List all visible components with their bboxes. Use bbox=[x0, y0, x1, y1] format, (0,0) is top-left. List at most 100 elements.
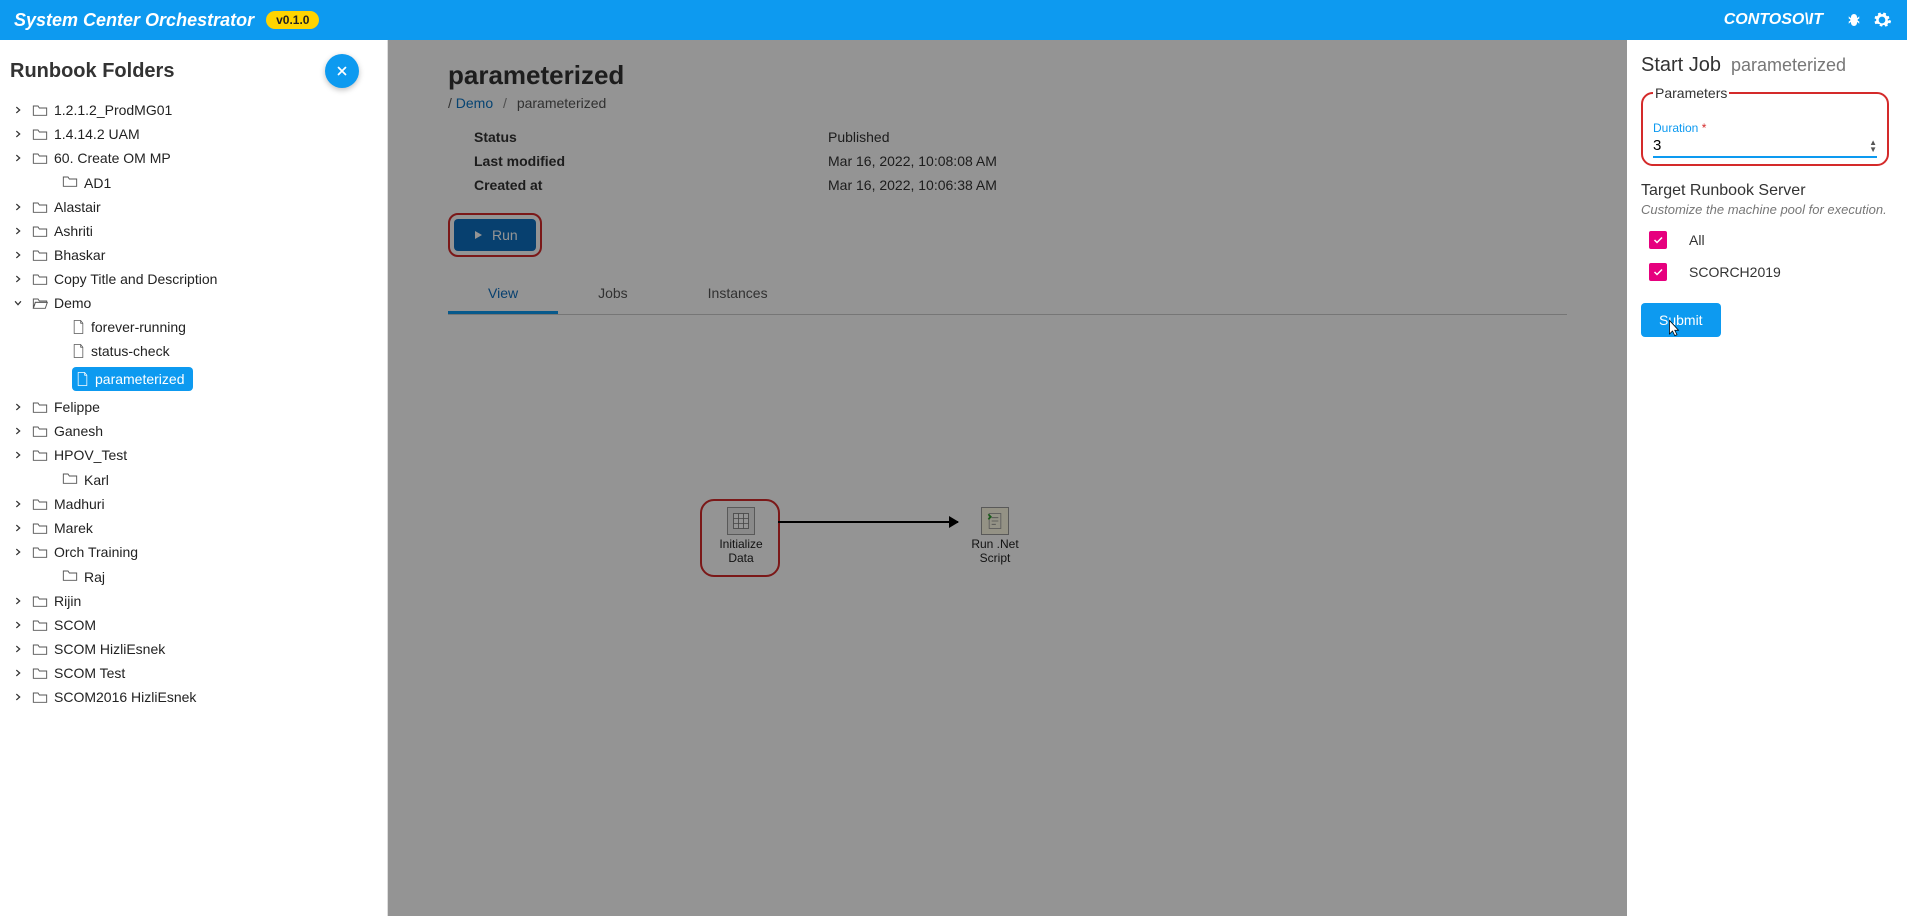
tree-folder[interactable]: Alastair bbox=[0, 195, 381, 219]
app-brand: System Center Orchestrator bbox=[14, 10, 254, 31]
duration-label: Duration * bbox=[1653, 121, 1877, 135]
chevron-icon bbox=[10, 274, 26, 284]
tree-item-label: Demo bbox=[54, 295, 91, 311]
chevron-icon bbox=[10, 153, 26, 163]
file-icon bbox=[72, 343, 85, 359]
checkbox-icon bbox=[1649, 231, 1667, 249]
tree-item-label: SCOM2016 HizliEsnek bbox=[54, 689, 196, 705]
main-area: parameterized / Demo / parameterized Sta… bbox=[388, 40, 1627, 916]
tree-folder[interactable]: Copy Title and Description bbox=[0, 267, 381, 291]
tree-folder[interactable]: Ashriti bbox=[0, 219, 381, 243]
tree-folder[interactable]: Demo bbox=[0, 291, 381, 315]
target-heading: Target Runbook Server bbox=[1641, 182, 1889, 200]
chevron-icon bbox=[10, 523, 26, 533]
chevron-icon bbox=[10, 226, 26, 236]
folder-icon bbox=[32, 497, 48, 511]
chevron-icon bbox=[10, 105, 26, 115]
folder-icon bbox=[32, 248, 48, 262]
tree-file[interactable]: status-check bbox=[0, 339, 381, 363]
tree-item-label: Bhaskar bbox=[54, 247, 105, 263]
tree-folder[interactable]: SCOM HizliEsnek bbox=[0, 637, 381, 661]
folder-icon bbox=[32, 618, 48, 632]
tree-item-label: Raj bbox=[84, 569, 105, 585]
tree-folder[interactable]: 1.2.1.2_ProdMG01 bbox=[0, 98, 381, 122]
tree-item-label: SCOM HizliEsnek bbox=[54, 641, 165, 657]
tree-folder[interactable]: Karl bbox=[0, 467, 381, 492]
panel-title: Start Job bbox=[1641, 54, 1721, 76]
folder-icon bbox=[32, 151, 48, 165]
bug-icon[interactable] bbox=[1843, 9, 1865, 31]
checkbox-all-row[interactable]: All bbox=[1641, 231, 1889, 249]
tree-item-label: 60. Create OM MP bbox=[54, 150, 171, 166]
folder-icon bbox=[32, 666, 48, 680]
tree-folder[interactable]: SCOM bbox=[0, 613, 381, 637]
tree-folder[interactable]: Marek bbox=[0, 516, 381, 540]
checkbox-icon bbox=[1649, 263, 1667, 281]
duration-input[interactable] bbox=[1653, 137, 1855, 154]
submit-button[interactable]: Submit bbox=[1641, 303, 1721, 337]
tree-file[interactable]: parameterized bbox=[0, 363, 381, 395]
folder-icon bbox=[32, 400, 48, 414]
folder-tree: 1.2.1.2_ProdMG011.4.14.2 UAM 60. Create O… bbox=[0, 94, 381, 739]
tree-folder[interactable]: Raj bbox=[0, 564, 381, 589]
number-stepper[interactable]: ▲▼ bbox=[1869, 139, 1877, 153]
folder-icon bbox=[32, 594, 48, 608]
checkbox-server-row[interactable]: SCORCH2019 bbox=[1641, 263, 1889, 281]
tree-item-label: Felippe bbox=[54, 399, 100, 415]
checkbox-all-label: All bbox=[1689, 232, 1705, 248]
folder-icon bbox=[32, 272, 48, 286]
tree-folder[interactable]: 1.4.14.2 UAM bbox=[0, 122, 381, 146]
parameters-legend: Parameters bbox=[1653, 85, 1729, 101]
folder-icon bbox=[32, 424, 48, 438]
current-user: CONTOSO\IT bbox=[1724, 11, 1823, 29]
tree-item-label: parameterized bbox=[95, 371, 185, 387]
chevron-icon bbox=[10, 499, 26, 509]
folder-icon bbox=[32, 127, 48, 141]
start-job-panel: Start Job parameterized Parameters Durat… bbox=[1627, 40, 1907, 916]
chevron-icon bbox=[10, 596, 26, 606]
sidebar: Runbook Folders 1.2.1.2_ProdMG011.4.14.2… bbox=[0, 40, 388, 916]
chevron-icon bbox=[10, 450, 26, 460]
tree-folder[interactable]: HPOV_Test bbox=[0, 443, 381, 467]
file-icon bbox=[72, 319, 85, 335]
tree-item-label: forever-running bbox=[91, 319, 186, 335]
chevron-icon bbox=[10, 547, 26, 557]
tree-item-label: Madhuri bbox=[54, 496, 105, 512]
chevron-icon bbox=[10, 402, 26, 412]
folder-icon bbox=[32, 642, 48, 656]
tree-folder[interactable]: Bhaskar bbox=[0, 243, 381, 267]
chevron-icon bbox=[10, 129, 26, 139]
folder-open-icon bbox=[32, 296, 48, 310]
modal-overlay[interactable] bbox=[388, 40, 1627, 916]
folder-icon bbox=[32, 103, 48, 117]
folder-icon bbox=[32, 521, 48, 535]
tree-folder[interactable]: AD1 bbox=[0, 170, 381, 195]
folder-icon bbox=[62, 568, 78, 582]
tree-item-label: status-check bbox=[91, 343, 170, 359]
tree-folder[interactable]: Orch Training bbox=[0, 540, 381, 564]
tree-folder[interactable]: 60. Create OM MP bbox=[0, 146, 381, 170]
tree-folder[interactable]: Felippe bbox=[0, 395, 381, 419]
tree-item-label: Marek bbox=[54, 520, 93, 536]
chevron-icon bbox=[10, 644, 26, 654]
parameters-box: Parameters Duration * ▲▼ bbox=[1641, 85, 1889, 166]
tree-folder[interactable]: Madhuri bbox=[0, 492, 381, 516]
tree-item-label: Ganesh bbox=[54, 423, 103, 439]
chevron-icon bbox=[10, 620, 26, 630]
chevron-icon bbox=[10, 202, 26, 212]
gear-icon[interactable] bbox=[1871, 9, 1893, 31]
folder-icon bbox=[32, 224, 48, 238]
tree-file[interactable]: forever-running bbox=[0, 315, 381, 339]
tree-item-label: Copy Title and Description bbox=[54, 271, 217, 287]
tree-folder[interactable]: Rijin bbox=[0, 589, 381, 613]
tree-folder[interactable]: Ganesh bbox=[0, 419, 381, 443]
tree-item-label: HPOV_Test bbox=[54, 447, 127, 463]
tree-item-label: Alastair bbox=[54, 199, 101, 215]
tree-folder[interactable]: SCOM Test bbox=[0, 661, 381, 685]
tree-folder[interactable]: SCOM2016 HizliEsnek bbox=[0, 685, 381, 709]
folder-icon bbox=[62, 174, 78, 188]
collapse-sidebar-button[interactable] bbox=[325, 54, 359, 88]
folder-icon bbox=[32, 200, 48, 214]
tree-item-label: Karl bbox=[84, 472, 109, 488]
version-badge: v0.1.0 bbox=[266, 11, 319, 29]
